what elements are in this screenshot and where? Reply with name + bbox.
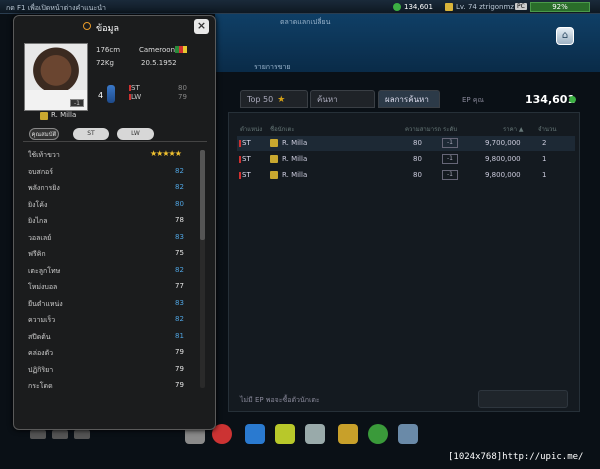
position-marker xyxy=(239,172,241,179)
position-primary: ST xyxy=(131,84,140,92)
stat-row: ปฏิกิริยา 79 xyxy=(28,364,184,374)
tab-attributes[interactable]: คุณสมบัติ xyxy=(29,128,59,140)
home-icon: ⌂ xyxy=(561,30,569,41)
player-name: R. Milla xyxy=(51,111,77,119)
position-secondary-ovr: 79 xyxy=(178,93,187,101)
team-logo-icon xyxy=(270,171,278,179)
user-level: Lv. 74 ztrigonmz xyxy=(456,3,514,11)
stat-row: ยิงโค้ง 80 xyxy=(28,199,184,209)
stat-row: กระโดด 79 xyxy=(28,381,184,390)
stat-row: เตะลูกโทษ 82 xyxy=(28,265,184,275)
trophy-icon[interactable] xyxy=(338,424,358,444)
stat-row: โหม่งบอล 77 xyxy=(28,282,184,291)
ep-coin-icon xyxy=(569,96,576,103)
enhance-level: 4 xyxy=(98,91,104,100)
game-screen: กด F1 เพื่อเปิดหน้าต่างคำแนะนำ 134,601 L… xyxy=(0,0,600,469)
coin-shop-icon[interactable] xyxy=(368,424,388,444)
buy-button[interactable] xyxy=(478,390,568,408)
tab-top50[interactable]: Top 50 ★ xyxy=(240,90,308,108)
player-photo: -1 xyxy=(24,43,88,111)
battery-indicator: 92% xyxy=(530,2,590,12)
stat-row: ฟรีคิก 75 xyxy=(28,249,184,258)
dock-small-button[interactable] xyxy=(52,430,68,439)
stat-row: พลังการยิง 82 xyxy=(28,183,184,192)
home-button[interactable]: ⌂ xyxy=(556,27,574,45)
level-icon xyxy=(445,3,453,11)
player-dob: 20.5.1952 xyxy=(141,59,177,67)
top-status-bar: กด F1 เพื่อเปิดหน้าต่างคำแนะนำ 134,601 L… xyxy=(0,0,600,14)
col-position: ตำแหน่ง xyxy=(240,126,263,133)
player-nation: Cameroon xyxy=(139,46,176,54)
player-height: 176cm xyxy=(96,46,121,54)
stat-row: ความเร็ว 82 xyxy=(28,315,184,324)
coin-balance: 134,601 xyxy=(404,3,433,11)
info-search-icon xyxy=(83,22,91,30)
ep-label: EP คุณ xyxy=(462,96,485,104)
rating-stars: ★★★★★ xyxy=(150,149,182,158)
col-ovr: ความสามารถ xyxy=(405,126,441,133)
position-primary-ovr: 80 xyxy=(178,84,187,92)
col-count: จำนวน xyxy=(538,126,557,133)
tab-divider xyxy=(23,141,207,142)
modal-title: ข้อมูล xyxy=(96,24,120,34)
dock-small-button[interactable] xyxy=(74,430,90,439)
col-price[interactable]: ราคา ▲ xyxy=(503,124,524,134)
team-logo-icon xyxy=(40,112,48,120)
coin-icon xyxy=(393,3,401,11)
scroll-thumb[interactable] xyxy=(200,150,205,240)
table-row[interactable]: ST R. Milla 80 -1 9,800,000 1 xyxy=(237,152,575,167)
star-icon: ★ xyxy=(277,95,286,105)
table-row[interactable]: ST R. Milla 80 -1 9,800,000 1 xyxy=(237,168,575,183)
player-weight: 72Kg xyxy=(96,59,114,67)
table-row[interactable]: ST R. Milla 80 -1 9,700,000 2 xyxy=(237,136,575,151)
card-icon[interactable] xyxy=(305,424,325,444)
pc-badge: PC xyxy=(515,3,527,10)
tab-st[interactable]: ST xyxy=(73,128,109,140)
tab-results[interactable]: ผลการค้นหา xyxy=(378,90,440,108)
boot-icon xyxy=(107,85,115,103)
cameroon-flag-icon xyxy=(175,46,187,53)
position-marker xyxy=(239,140,241,147)
photo-badge: -1 xyxy=(70,99,84,107)
stat-row: ยืนตำแหน่ง 83 xyxy=(28,298,184,308)
market-title: ตลาดแลกเปลี่ยน xyxy=(280,18,331,26)
dock-small-button[interactable] xyxy=(30,430,46,439)
team-logo-icon xyxy=(270,139,278,147)
position-secondary: LW xyxy=(131,93,142,101)
boot-icon[interactable] xyxy=(245,424,265,444)
tab-lw[interactable]: LW xyxy=(117,128,154,140)
stats-scrollbar[interactable] xyxy=(200,150,205,388)
stats-list: ใช้เท้าขวา ★★★★★ จบสกอร์ 82 พลังการยิง 82 ย… xyxy=(23,146,198,396)
close-button[interactable]: × xyxy=(194,19,209,34)
cart-icon[interactable] xyxy=(398,424,418,444)
cone-icon[interactable] xyxy=(275,424,295,444)
insufficient-ep-message: ไม่มี EP พอจะซื้อตัวนักเตะ xyxy=(240,396,320,404)
col-grade: ระดับ xyxy=(443,126,458,133)
tab-search[interactable]: ค้นหา xyxy=(310,90,375,108)
help-hint: กด F1 เพื่อเปิดหน้าต่างคำแนะนำ xyxy=(6,4,106,12)
watermark: [1024x768]http://upic.me/ xyxy=(448,452,584,462)
stat-row: ยิงไกล 78 xyxy=(28,216,184,225)
ep-value: 134,601 xyxy=(525,93,576,106)
stat-row: ใช้เท้าขวา ★★★★★ xyxy=(28,149,182,159)
position-marker xyxy=(239,156,241,163)
col-name: ชื่อนักเตะ xyxy=(270,126,295,133)
stat-row: จบสกอร์ 82 xyxy=(28,166,184,176)
stat-row: สปีดต้น 81 xyxy=(28,331,184,341)
stat-row: คล่องตัว 79 xyxy=(28,348,184,357)
team-logo-icon xyxy=(270,155,278,163)
market-subtitle[interactable]: รายการขาย xyxy=(254,62,291,73)
stat-row: วอลเลย์ 83 xyxy=(28,232,184,242)
